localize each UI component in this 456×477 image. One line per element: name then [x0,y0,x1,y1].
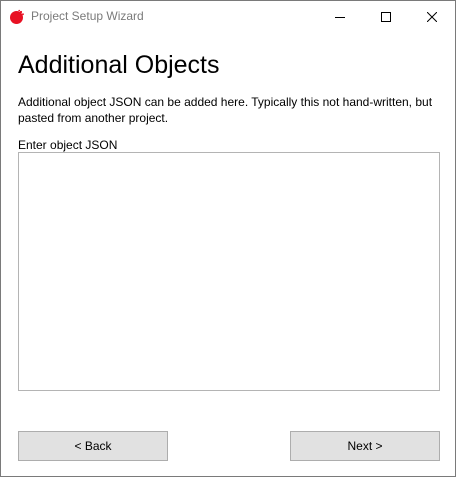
close-button[interactable] [409,1,455,32]
page-description: Additional object JSON can be added here… [18,95,433,125]
maximize-button[interactable] [363,1,409,32]
object-json-input[interactable] [18,152,440,391]
maximize-icon [381,11,391,22]
wizard-window: Project Setup Wizard Additional Objects … [0,0,456,477]
json-field-label: Enter object JSON [18,138,118,152]
app-logo-icon [9,9,25,25]
window-title: Project Setup Wizard [31,9,144,23]
minimize-button[interactable] [317,1,363,32]
next-button[interactable]: Next > [290,431,440,461]
minimize-icon [335,12,345,22]
title-bar[interactable]: Project Setup Wizard [1,1,455,32]
close-icon [427,11,437,22]
page-title: Additional Objects [18,51,220,79]
back-button[interactable]: < Back [18,431,168,461]
